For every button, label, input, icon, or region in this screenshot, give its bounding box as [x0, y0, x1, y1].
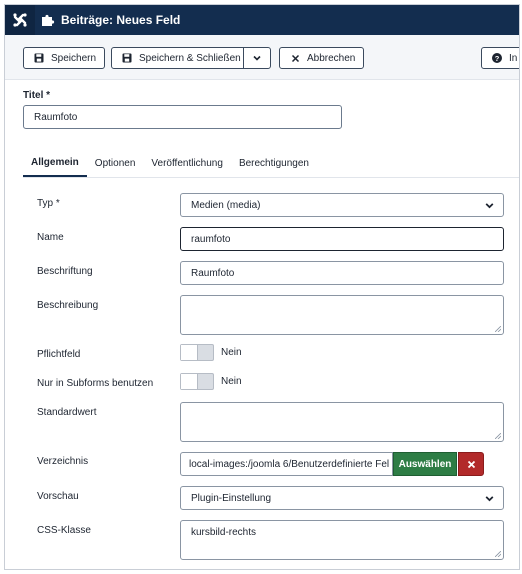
tab-optionen[interactable]: Optionen	[87, 149, 144, 177]
svg-text:?: ?	[495, 54, 500, 63]
verzeichnis-input[interactable]: local-images:/joomla 6/Benutzerdefiniert…	[180, 452, 393, 476]
verzeichnis-input-value: local-images:/joomla 6/Benutzerdefiniert…	[189, 458, 390, 470]
beschriftung-input-value: Raumfoto	[191, 267, 235, 279]
close-icon	[290, 53, 300, 63]
title-label: Titel *	[23, 90, 51, 101]
help-button-label: In	[509, 52, 518, 64]
auswaehlen-button[interactable]: Auswählen	[393, 452, 457, 476]
save-close-button-label: Speichern & Schließen	[139, 52, 241, 64]
puzzle-icon	[41, 13, 55, 27]
tab-veroeffentlichung[interactable]: Veröffentlichung	[143, 149, 231, 177]
name-input[interactable]: raumfoto	[180, 227, 504, 251]
standardwert-textarea[interactable]	[180, 402, 504, 442]
chevron-down-icon	[253, 55, 261, 61]
toolbar: Speichern Speichern & Schließen Abbreche…	[5, 35, 519, 80]
typ-select-value: Medien (media)	[191, 199, 261, 211]
save-button-label: Speichern	[51, 52, 97, 64]
beschriftung-input[interactable]: Raumfoto	[180, 261, 504, 285]
beschreibung-label: Beschreibung	[37, 300, 99, 311]
pflichtfeld-toggle[interactable]	[180, 344, 214, 361]
subforms-toggle-text: Nein	[221, 376, 242, 387]
title-input[interactable]	[23, 105, 342, 129]
css-klasse-textarea-value: kursbild-rechts	[191, 527, 257, 538]
cancel-button-label: Abbrechen	[307, 52, 356, 64]
standardwert-label: Standardwert	[37, 407, 97, 418]
vorschau-label: Vorschau	[37, 491, 79, 502]
top-header: Beiträge: Neues Feld	[5, 5, 519, 35]
joomla-logo-icon[interactable]	[5, 5, 35, 35]
clear-button[interactable]	[458, 452, 484, 476]
verzeichnis-label: Verzeichnis	[37, 456, 89, 467]
subforms-toggle[interactable]	[180, 373, 214, 390]
save-options-dropdown[interactable]	[243, 48, 270, 68]
tab-berechtigungen[interactable]: Berechtigungen	[231, 149, 317, 177]
resize-grip-icon[interactable]	[495, 551, 501, 557]
name-input-value: raumfoto	[191, 233, 231, 245]
resize-grip-icon[interactable]	[495, 326, 501, 332]
close-icon	[467, 460, 475, 468]
tab-bar: Allgemein Optionen Veröffentlichung Bere…	[23, 149, 519, 178]
beschriftung-label: Beschriftung	[37, 266, 93, 277]
subforms-label: Nur in Subforms benutzen	[37, 378, 154, 389]
chevron-down-icon	[485, 495, 494, 501]
vorschau-select[interactable]: Plugin-Einstellung	[180, 486, 504, 510]
vorschau-select-value: Plugin-Einstellung	[191, 492, 272, 504]
chevron-down-icon	[485, 202, 494, 208]
save-button[interactable]: Speichern	[23, 47, 105, 69]
page-title: Beiträge: Neues Feld	[61, 13, 181, 27]
cancel-button[interactable]: Abbrechen	[279, 47, 364, 69]
typ-label: Typ *	[37, 198, 60, 209]
pflichtfeld-label: Pflichtfeld	[37, 349, 81, 360]
save-icon	[34, 53, 44, 63]
typ-select[interactable]: Medien (media)	[180, 193, 504, 217]
pflichtfeld-toggle-text: Nein	[221, 347, 242, 358]
save-icon	[122, 53, 132, 63]
help-button[interactable]: ? In	[481, 47, 519, 69]
help-icon: ?	[492, 53, 502, 63]
app-frame: Beiträge: Neues Feld Speichern Speichern…	[4, 4, 520, 570]
save-close-button[interactable]: Speichern & Schließen	[111, 47, 271, 69]
css-klasse-textarea[interactable]: kursbild-rechts	[180, 520, 504, 560]
resize-grip-icon[interactable]	[495, 433, 501, 439]
tab-allgemein[interactable]: Allgemein	[23, 149, 87, 177]
beschreibung-textarea[interactable]	[180, 295, 504, 335]
css-klasse-label: CSS-Klasse	[37, 525, 91, 536]
name-label: Name	[37, 232, 64, 243]
